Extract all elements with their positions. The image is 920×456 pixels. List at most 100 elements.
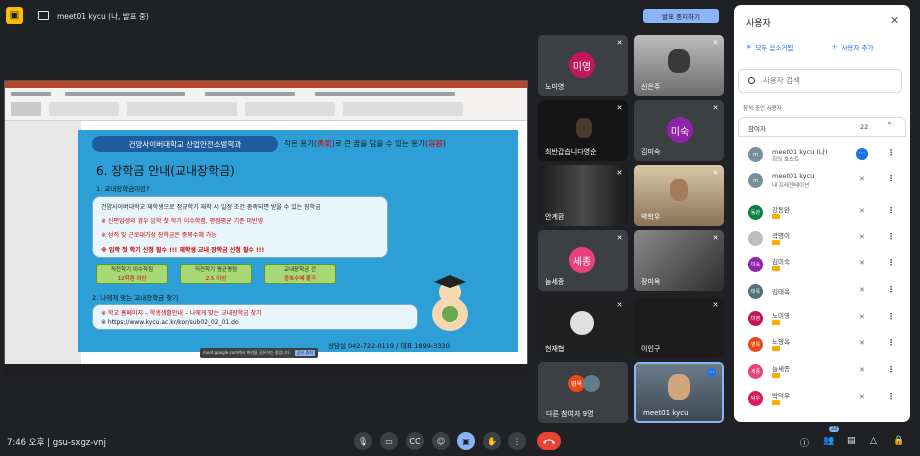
mic-off-icon: ✕ [616,169,623,177]
participant-row[interactable]: m meet01 kycu (나) 회의 호스트 ⋯ ⋮ [738,143,906,166]
status-badge [772,240,780,245]
powerpoint-titlebar [5,81,527,88]
participant-row[interactable]: 미숙 김미숙 ✕ ⋮ [738,253,906,276]
face-icon [668,374,690,400]
slide-info-box: 건양사이버대학교 재학생으로 정규학기 재학 시 일정 조건 충족되면 받을 수… [92,196,388,258]
others-tile[interactable]: 영옥 다른 참여자 9명 [538,362,628,423]
slide-line: ※ 학교 홈페이지 – 학생생활안내 – 나에게 맞는 교내장학금 찾기 [101,310,262,317]
more-options-icon[interactable]: ⋮ [887,338,895,347]
meet-logo-icon: ▣ [6,7,23,24]
participant-count-badge: 22 [829,426,840,432]
avatar: 영옥 [748,337,763,352]
presenting-label: meet01 kycu (나, 발표 중) [57,12,149,21]
present-icon[interactable]: ▣ [457,432,475,450]
face-icon [668,49,690,73]
chat-icon[interactable]: ▤ [847,436,856,446]
participant-role: 내 프레젠테이션 [772,183,810,189]
participant-tile[interactable]: ✕ 신은주 [634,35,724,96]
participant-row[interactable]: 세종 늘세종 ✕ ⋮ [738,360,906,383]
participant-tile[interactable]: ✕ 안계환 [538,165,628,226]
mic-off-icon: ✕ [859,259,865,267]
camera-icon[interactable]: ▭ [380,432,398,450]
avatar: 미숙 [748,257,763,272]
participant-name: meet01 kycu [772,172,815,180]
more-options-icon[interactable]: ⋮ [508,432,526,450]
participant-row[interactable]: 곽명이 ✕ ⋮ [738,227,906,250]
search-input[interactable] [763,76,893,85]
participant-name: 늘세종 [772,365,790,373]
participant-row[interactable]: 영옥 노영옥 ✕ ⋮ [738,333,906,356]
participant-row[interactable]: 태옥 김태옥 ✕ ⋮ [738,280,906,303]
more-options-icon[interactable]: ⋮ [887,174,895,183]
participant-tile[interactable]: 미숙 ✕ 김미숙 [634,100,724,161]
status-badge [772,214,780,219]
mic-off-icon: ✕ [616,104,623,112]
more-options-icon[interactable]: ⋮ [887,365,895,374]
people-icon[interactable]: 👥 [823,436,834,446]
chevron-up-icon[interactable]: ⌃ [886,121,893,130]
more-options-icon[interactable]: ⋮ [887,392,895,401]
participant-name: 이인구 [641,345,661,353]
participant-role: 회의 호스트 [772,157,800,163]
participants-group-header[interactable]: 참여자 22 ⌃ [738,117,906,137]
participant-row[interactable]: 미영 노미영 ✕ ⋮ [738,307,906,330]
group-count: 22 [860,123,869,131]
participant-tile[interactable]: 세종 ✕ 늘세종 [538,230,628,291]
participant-tile[interactable]: ✕ 이인구 [634,297,724,358]
emoji-icon[interactable]: ☺ [432,432,450,450]
more-options-icon[interactable]: ⋮ [887,206,895,215]
mic-off-icon: ✕ [859,339,865,347]
participant-name: 장미옥 [641,278,661,286]
avatar: 미숙 [667,117,693,143]
participant-row[interactable]: m meet01 kycu 내 프레젠테이션 ✕ ⋮ [738,169,906,192]
raise-hand-icon[interactable]: ✋ [483,432,501,450]
search-icon [748,77,755,84]
more-options-icon[interactable]: ⋮ [887,148,895,157]
activities-icon[interactable]: △ [870,436,877,446]
more-options-icon[interactable]: ⋮ [887,285,895,294]
mic-icon[interactable]: 🎙 [354,432,372,450]
end-call-button[interactable] [537,432,561,450]
close-icon[interactable]: ✕ [890,14,899,27]
slide-thumbnails [5,121,81,367]
stop-presenting-button[interactable]: 발표 중지하기 [643,9,719,23]
participant-row[interactable]: 동완 강동완 ✕ ⋮ [738,201,906,224]
status-badge [772,346,780,351]
participant-tile[interactable]: 미영 ✕ 노미영 [538,35,628,96]
slide-footer: 상담실 042-722-0119 / 대표 1899-3330 [328,342,450,350]
info-icon[interactable]: ⓘ [800,436,809,449]
more-icon[interactable]: ⋯ [707,368,716,377]
add-user-button[interactable]: + 사용자 추가 [832,42,873,52]
captions-icon[interactable]: CC [406,432,424,450]
mute-all-button[interactable]: ✕ 모두 음소거됨 [746,42,793,52]
participant-row[interactable]: 덕우 박덕우 ✕ ⋮ [738,387,906,410]
graduate-mascot-icon [432,275,468,331]
participant-tile[interactable]: ✕ 장미옥 [634,230,724,291]
in-call-label: 참석 중인 사용자 [743,106,782,112]
participant-tile[interactable]: ✕ 박학우 [634,165,724,226]
more-options-icon[interactable]: ⋮ [887,258,895,267]
more-icon[interactable]: ⋯ [856,148,868,160]
participant-tile[interactable]: ✕ 최반갑습니다영순 [538,100,628,161]
mic-off-icon: ✕ [616,39,623,47]
participant-name: 김미숙 [641,148,661,156]
mic-off-icon: ✕ [859,286,865,294]
mic-off-icon: ✕ [712,301,719,309]
self-tile[interactable]: ⋯ meet01 kycu [634,362,724,423]
more-options-icon[interactable]: ⋮ [887,232,895,241]
clock: 7:46 오후 [7,438,45,448]
participant-tile[interactable]: ✕ 현재협 [538,297,628,358]
status-badge [772,266,780,271]
mic-off-icon: ✕ [712,169,719,177]
host-controls-icon[interactable]: 🔒 [893,436,904,446]
mic-off-icon: ✕ [859,366,865,374]
mic-off-icon: ✕ [859,175,865,183]
avatar [583,375,600,392]
mic-off-icon: ✕ [859,233,865,241]
windows-taskbar [4,364,528,376]
more-options-icon[interactable]: ⋮ [887,312,895,321]
slide-header: 건양사이버대학교 산업안전소방학과 작은 용기(勇氣)로 큰 꿈을 담을 수 있… [78,136,518,152]
search-box[interactable] [738,69,902,93]
stop-sharing-button[interactable]: 공유 중지 [295,350,315,356]
top-bar: ▣ meet01 kycu (나, 발표 중) 발표 중지하기 [0,0,728,32]
